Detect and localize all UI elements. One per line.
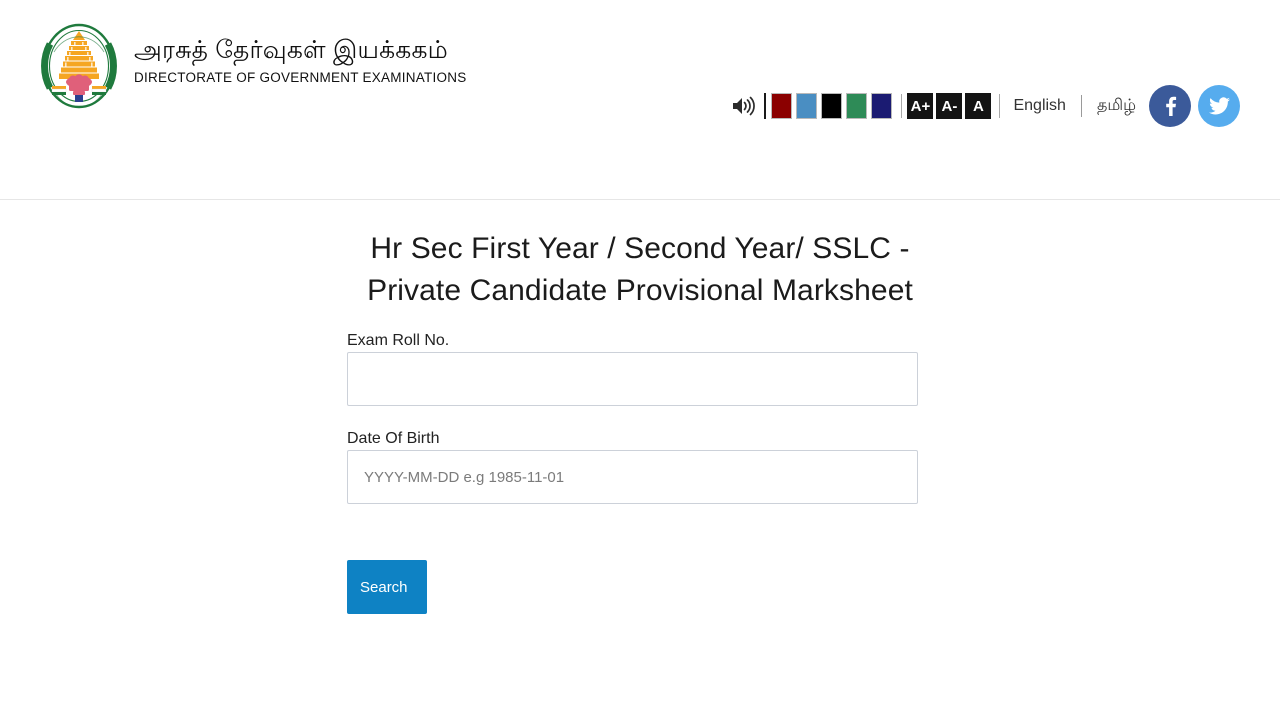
toolbar-divider-3 — [999, 94, 1001, 118]
accessibility-toolbar: A+ A- A English தமிழ் — [730, 84, 1240, 128]
theme-swatch-navy[interactable] — [871, 93, 893, 119]
site-header: அரசுத் தேர்வுகள் இயக்ககம் DIRECTORATE OF… — [0, 0, 1280, 200]
brand-title-tamil: அரசுத் தேர்வுகள் இயக்ககம் — [134, 36, 448, 64]
speaker-icon[interactable] — [730, 93, 756, 119]
decrease-font-button[interactable]: A- — [936, 93, 963, 119]
theme-swatch-dark-red[interactable] — [771, 93, 793, 119]
tamil-nadu-government-emblem-icon — [41, 23, 117, 109]
facebook-icon — [1166, 96, 1177, 116]
speaker-volume-icon — [733, 96, 756, 116]
theme-swatch-black[interactable] — [821, 93, 843, 119]
brand-title-english: DIRECTORATE OF GOVERNMENT EXAMINATIONS — [134, 70, 467, 85]
field-spacer — [347, 406, 918, 428]
exam-roll-no-label: Exam Roll No. — [347, 332, 450, 349]
date-of-birth-label: Date Of Birth — [347, 430, 440, 447]
twitter-link[interactable] — [1198, 85, 1240, 127]
facebook-link[interactable] — [1149, 85, 1191, 127]
main-content: Hr Sec First Year / Second Year/ SSLC - … — [0, 200, 1280, 614]
language-divider — [1080, 95, 1082, 117]
twitter-bird-icon — [1208, 96, 1230, 114]
exam-roll-no-input[interactable] — [347, 352, 918, 406]
increase-font-button[interactable]: A+ — [907, 93, 934, 119]
reset-font-button[interactable]: A — [965, 93, 992, 119]
toolbar-divider-2 — [901, 94, 903, 118]
theme-swatch-steel-blue[interactable] — [796, 93, 818, 119]
brand: அரசுத் தேர்வுகள் இயக்ககம் DIRECTORATE OF… — [38, 22, 467, 114]
marksheet-search-form: Exam Roll No. Date Of Birth — [347, 330, 918, 504]
language-link-english[interactable]: English — [1005, 97, 1073, 115]
date-of-birth-input[interactable] — [347, 450, 918, 504]
search-button[interactable]: Search — [347, 560, 427, 614]
toolbar-divider-1 — [764, 93, 767, 119]
brand-text: அரசுத் தேர்வுகள் இயக்ககம் DIRECTORATE OF… — [134, 22, 467, 87]
theme-swatch-sea-green[interactable] — [846, 93, 868, 119]
language-link-tamil[interactable]: தமிழ் — [1089, 96, 1142, 116]
page-title: Hr Sec First Year / Second Year/ SSLC - … — [367, 232, 913, 307]
